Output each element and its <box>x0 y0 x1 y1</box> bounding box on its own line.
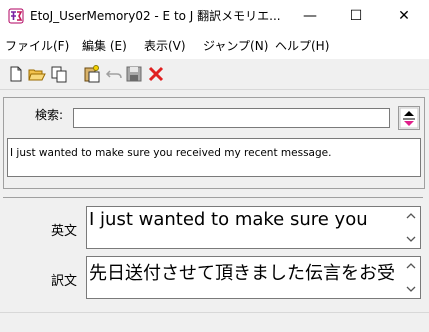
menu-bar: ファイル(F) 編集 (E) 表示(V) ジャンプ(N) ヘルプ(H) <box>0 33 429 59</box>
translation-text: 先日送付させて頂きました伝言をお受 <box>89 263 395 284</box>
source-text: I just wanted to make sure you <box>89 209 368 230</box>
menu-jump[interactable]: ジャンプ(N) <box>203 33 268 59</box>
title-bar[interactable]: EtoJ_UserMemory02 - E to J 翻訳メモリエ... — ☐… <box>0 0 429 33</box>
scroll-up-icon[interactable] <box>406 261 416 271</box>
save-icon[interactable] <box>124 64 144 84</box>
translation-scrollbar[interactable] <box>403 257 420 298</box>
copy-icon[interactable] <box>49 64 69 84</box>
scroll-down-icon[interactable] <box>406 234 416 244</box>
scroll-up-icon[interactable] <box>406 211 416 221</box>
toolbar <box>0 59 429 90</box>
source-label: 英文 <box>51 224 78 239</box>
search-options-button[interactable] <box>398 106 420 130</box>
paste-icon[interactable] <box>82 64 102 84</box>
search-input[interactable] <box>73 108 390 128</box>
delete-icon[interactable] <box>146 64 166 84</box>
status-bar <box>0 312 429 332</box>
menu-help[interactable]: ヘルプ(H) <box>275 33 329 59</box>
menu-file[interactable]: ファイル(F) <box>5 33 69 59</box>
window-title: EtoJ_UserMemory02 - E to J 翻訳メモリエ... <box>30 9 281 23</box>
source-scrollbar[interactable] <box>403 207 420 248</box>
undo-icon[interactable] <box>104 64 124 84</box>
minimize-button[interactable]: — <box>287 0 333 33</box>
scroll-down-icon[interactable] <box>406 284 416 294</box>
menu-view[interactable]: 表示(V) <box>144 33 186 59</box>
menu-edit[interactable]: 編集 (E) <box>82 33 127 59</box>
up-down-toggle-icon <box>399 107 419 129</box>
open-folder-icon[interactable] <box>27 64 47 84</box>
app-logo-icon <box>8 8 24 24</box>
translation-textarea[interactable]: 先日送付させて頂きました伝言をお受 <box>86 256 421 299</box>
translation-label: 訳文 <box>51 274 78 289</box>
close-button[interactable]: ✕ <box>381 0 427 33</box>
new-file-icon[interactable] <box>6 64 26 84</box>
maximize-button[interactable]: ☐ <box>333 0 379 33</box>
source-textarea[interactable]: I just wanted to make sure you <box>86 206 421 249</box>
list-item[interactable]: I just wanted to make sure you received … <box>10 147 331 159</box>
search-label: 検索: <box>35 108 64 122</box>
